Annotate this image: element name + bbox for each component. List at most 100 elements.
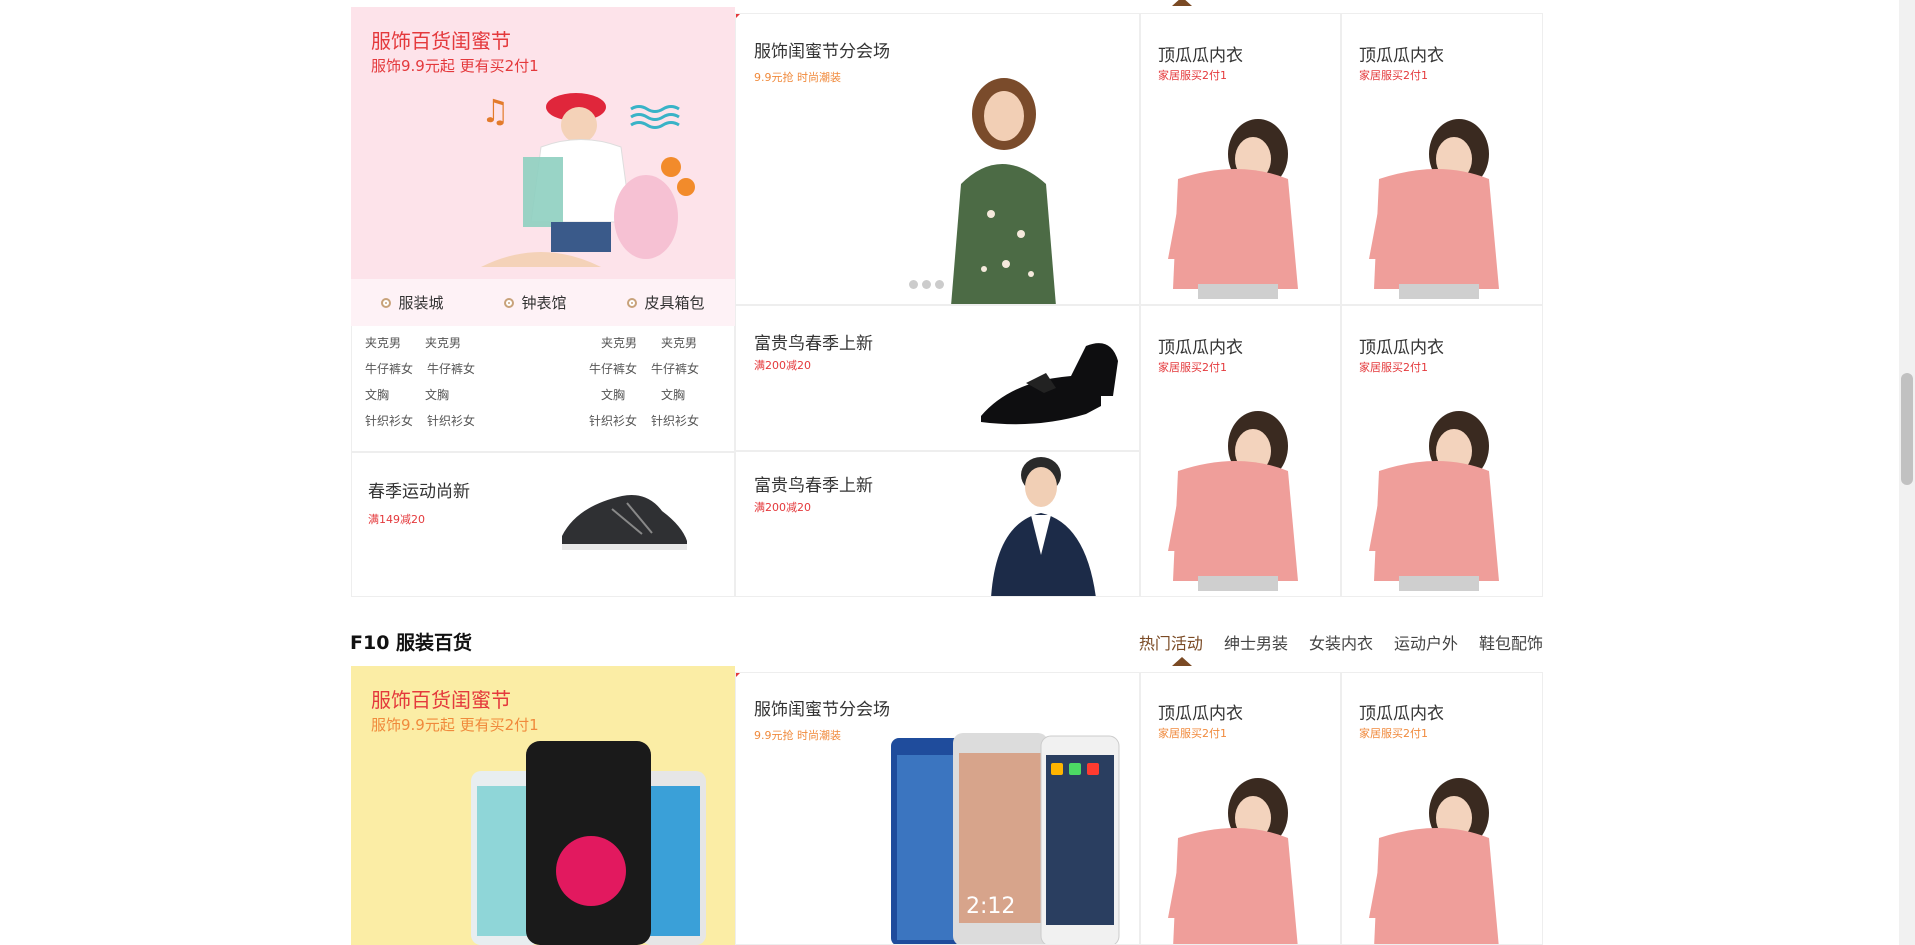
pink-sweater-image <box>1168 411 1298 591</box>
tile-title: 顶瓜瓜内衣 <box>1158 338 1243 358</box>
active-tab-indicator <box>1172 657 1192 666</box>
quick-link-bags[interactable]: 皮具箱包 <box>627 292 705 313</box>
quick-link-label: 皮具箱包 <box>644 294 705 312</box>
promo-girl-illustration: ♫ <box>481 92 695 267</box>
promo-title: 服饰百货闺蜜节 <box>371 29 511 53</box>
category-link[interactable]: 牛仔裤女 <box>365 356 413 382</box>
center-sub: 9.9元抢 时尚潮装 <box>754 71 841 84</box>
product-tile[interactable]: 顶瓜瓜内衣 家居服买2付1 <box>1341 305 1543 597</box>
category-link[interactable]: 针织衫女 <box>589 408 637 434</box>
category-links-panel: 夹克男 夹克男 夹克男 夹克男 牛仔裤女 牛仔裤女 牛仔裤女 牛仔裤女 文胸 文胸 文胸 文胸 针… <box>351 326 735 452</box>
center-promo[interactable]: 服饰闺蜜节分会场 9.9元抢 时尚潮装 2:12 <box>735 672 1140 945</box>
phones-image <box>471 741 706 945</box>
floor-title: F10 服装百货 <box>350 632 473 654</box>
black-shoe-image <box>981 343 1118 425</box>
tile-sub: 家居服买2付1 <box>1158 361 1227 374</box>
promo-subtitle: 服饰9.9元起 更有买2付1 <box>371 57 539 75</box>
category-link[interactable]: 夹克男 <box>425 330 461 356</box>
pink-sweater-image <box>1369 778 1499 944</box>
carousel-dot[interactable] <box>935 280 944 289</box>
tab-shoes-bags[interactable]: 鞋包配饰 <box>1479 630 1543 654</box>
shoe-promo[interactable]: 富贵鸟春季上新 满200减20 <box>735 305 1140 451</box>
men-sub: 满200减20 <box>754 501 811 514</box>
quick-links: 服装城 钟表馆 皮具箱包 <box>351 279 735 326</box>
carousel-dots <box>909 280 944 289</box>
floor-header: F10 服装百货 热门活动 绅士男装 女装内衣 运动户外 鞋包配饰 <box>350 628 1543 658</box>
category-link[interactable]: 针织衫女 <box>365 408 413 434</box>
circle-icon <box>504 297 515 308</box>
corner-marker <box>736 673 741 678</box>
active-tab-indicator <box>1172 0 1192 6</box>
tile-title: 顶瓜瓜内衣 <box>1359 338 1444 358</box>
tile-sub: 家居服买2付1 <box>1359 69 1428 82</box>
circle-icon <box>381 297 392 308</box>
promo-subtitle: 服饰9.9元起 更有买2付1 <box>371 716 539 734</box>
tile-title: 顶瓜瓜内衣 <box>1158 46 1243 66</box>
product-tile[interactable]: 顶瓜瓜内衣 家居服买2付1 <box>1140 672 1341 945</box>
tile-sub: 家居服买2付1 <box>1359 361 1428 374</box>
scrollbar-thumb[interactable] <box>1901 373 1913 485</box>
phone-clock: 2:12 <box>966 894 1015 919</box>
promo-banner[interactable]: 服饰百货闺蜜节 服饰9.9元起 更有买2付1 <box>351 666 735 945</box>
floor-tabs: 热门活动 绅士男装 女装内衣 运动户外 鞋包配饰 <box>1139 630 1543 654</box>
category-link[interactable]: 文胸 <box>601 382 625 408</box>
category-link[interactable]: 夹克男 <box>365 330 401 356</box>
tile-title: 顶瓜瓜内衣 <box>1359 704 1444 724</box>
category-link[interactable]: 夹克男 <box>661 330 697 356</box>
category-link[interactable]: 文胸 <box>365 382 389 408</box>
men-title: 富贵鸟春季上新 <box>754 476 873 496</box>
category-link[interactable]: 夹克男 <box>601 330 637 356</box>
carousel-dot[interactable] <box>909 280 918 289</box>
center-promo[interactable]: 服饰闺蜜节分会场 9.9元抢 时尚潮装 <box>735 13 1140 305</box>
quick-link-watches[interactable]: 钟表馆 <box>504 292 567 313</box>
category-link[interactable]: 牛仔裤女 <box>651 356 699 382</box>
category-link[interactable]: 文胸 <box>425 382 449 408</box>
center-title: 服饰闺蜜节分会场 <box>754 42 890 62</box>
category-links: 夹克男 夹克男 夹克男 夹克男 牛仔裤女 牛仔裤女 牛仔裤女 牛仔裤女 文胸 文胸 文胸 文胸 针… <box>365 330 699 434</box>
men-promo[interactable]: 富贵鸟春季上新 满200减20 <box>735 451 1140 597</box>
quick-link-clothing[interactable]: 服装城 <box>381 292 444 313</box>
tab-women[interactable]: 女装内衣 <box>1309 630 1373 654</box>
product-tile[interactable]: 顶瓜瓜内衣 家居服买2付1 <box>1341 672 1543 945</box>
shoe-sub: 满200减20 <box>754 359 811 372</box>
category-link[interactable]: 文胸 <box>661 382 685 408</box>
product-tile[interactable]: 顶瓜瓜内衣 家居服买2付1 <box>1341 13 1543 305</box>
sport-promo[interactable]: 春季运动尚新 满149减20 <box>351 452 735 597</box>
svg-text:♫: ♫ <box>481 92 510 130</box>
man-jacket-image <box>991 457 1096 596</box>
sneaker-image <box>562 495 687 550</box>
sport-sub: 满149减20 <box>368 513 425 526</box>
category-link[interactable]: 针织衫女 <box>427 408 475 434</box>
circle-icon <box>627 297 638 308</box>
smartphones-image: 2:12 <box>891 733 1120 944</box>
tab-sports[interactable]: 运动户外 <box>1394 630 1458 654</box>
category-link[interactable]: 牛仔裤女 <box>427 356 475 382</box>
tile-sub: 家居服买2付1 <box>1158 727 1227 740</box>
carousel-dot[interactable] <box>922 280 931 289</box>
tab-men[interactable]: 绅士男装 <box>1224 630 1288 654</box>
corner-marker <box>736 14 741 19</box>
tab-hot-activities[interactable]: 热门活动 <box>1139 630 1203 654</box>
quick-link-label: 钟表馆 <box>521 294 567 312</box>
tile-title: 顶瓜瓜内衣 <box>1359 46 1444 66</box>
center-sub: 9.9元抢 时尚潮装 <box>754 729 841 742</box>
shoe-title: 富贵鸟春季上新 <box>754 334 873 354</box>
tile-title: 顶瓜瓜内衣 <box>1158 704 1243 724</box>
category-link[interactable]: 针织衫女 <box>651 408 699 434</box>
pink-sweater-image <box>1369 119 1499 299</box>
sport-title: 春季运动尚新 <box>368 482 470 502</box>
product-tile[interactable]: 顶瓜瓜内衣 家居服买2付1 <box>1140 305 1341 597</box>
promo-title: 服饰百货闺蜜节 <box>371 688 511 712</box>
model-dress-image <box>951 78 1056 304</box>
pink-sweater-image <box>1369 411 1499 591</box>
category-link[interactable]: 牛仔裤女 <box>589 356 637 382</box>
center-title: 服饰闺蜜节分会场 <box>754 700 890 720</box>
tile-sub: 家居服买2付1 <box>1359 727 1428 740</box>
tile-sub: 家居服买2付1 <box>1158 69 1227 82</box>
product-tile[interactable]: 顶瓜瓜内衣 家居服买2付1 <box>1140 13 1341 305</box>
pink-sweater-image <box>1168 778 1298 944</box>
pink-sweater-image <box>1168 119 1298 299</box>
page-scrollbar[interactable] <box>1899 0 1915 945</box>
promo-banner[interactable]: 服饰百货闺蜜节 服饰9.9元起 更有买2付1 ♫ 服装城 钟表馆 皮具箱包 <box>351 7 735 326</box>
quick-link-label: 服装城 <box>398 294 444 312</box>
